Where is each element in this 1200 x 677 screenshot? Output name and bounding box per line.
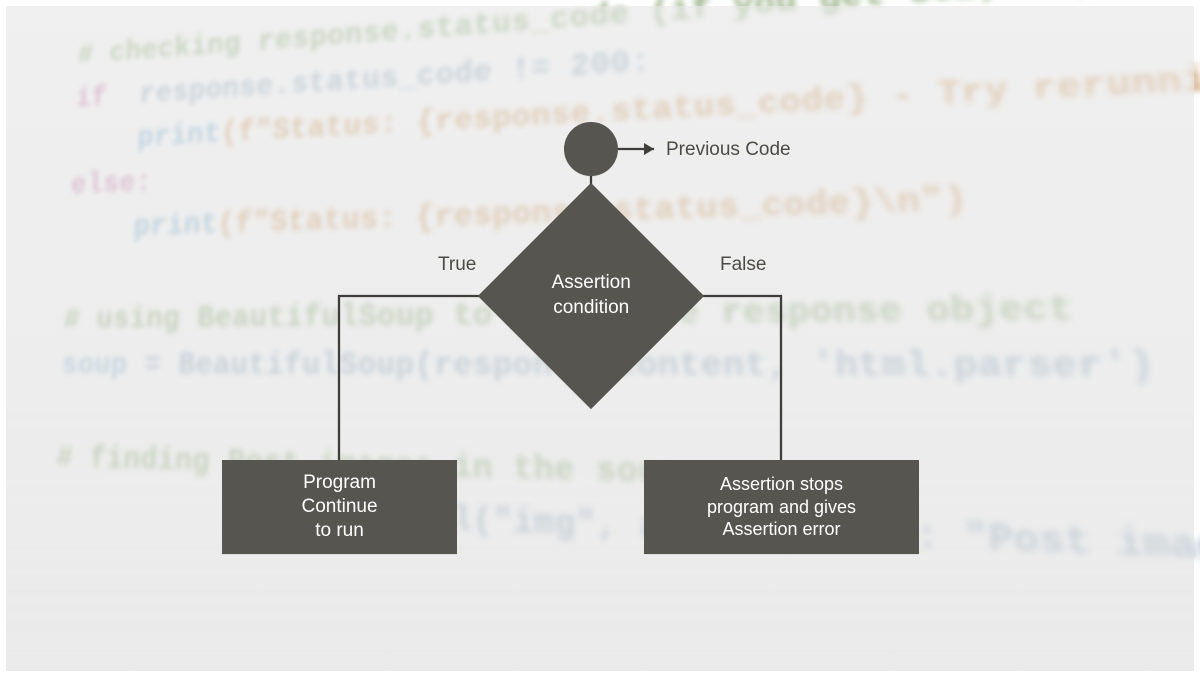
edge-label-true: True [438,254,476,276]
outcome-false-box: Assertion stopsprogram and givesAssertio… [644,460,919,554]
start-label: Previous Code [666,139,791,161]
outcome-true-box: ProgramContinueto run [222,460,457,554]
decision-label: Assertioncondition [511,271,671,320]
outcome-false-label: Assertion stopsprogram and givesAssertio… [707,473,856,541]
start-node [564,122,618,176]
diagram-canvas: # checking response.status_code (if you … [0,0,1200,677]
edge-label-false: False [720,254,766,276]
outcome-true-label: ProgramContinueto run [301,471,377,542]
flowchart: Previous Code Assertioncondition True Fa… [6,6,1194,671]
decision-node: Assertioncondition [478,183,704,409]
